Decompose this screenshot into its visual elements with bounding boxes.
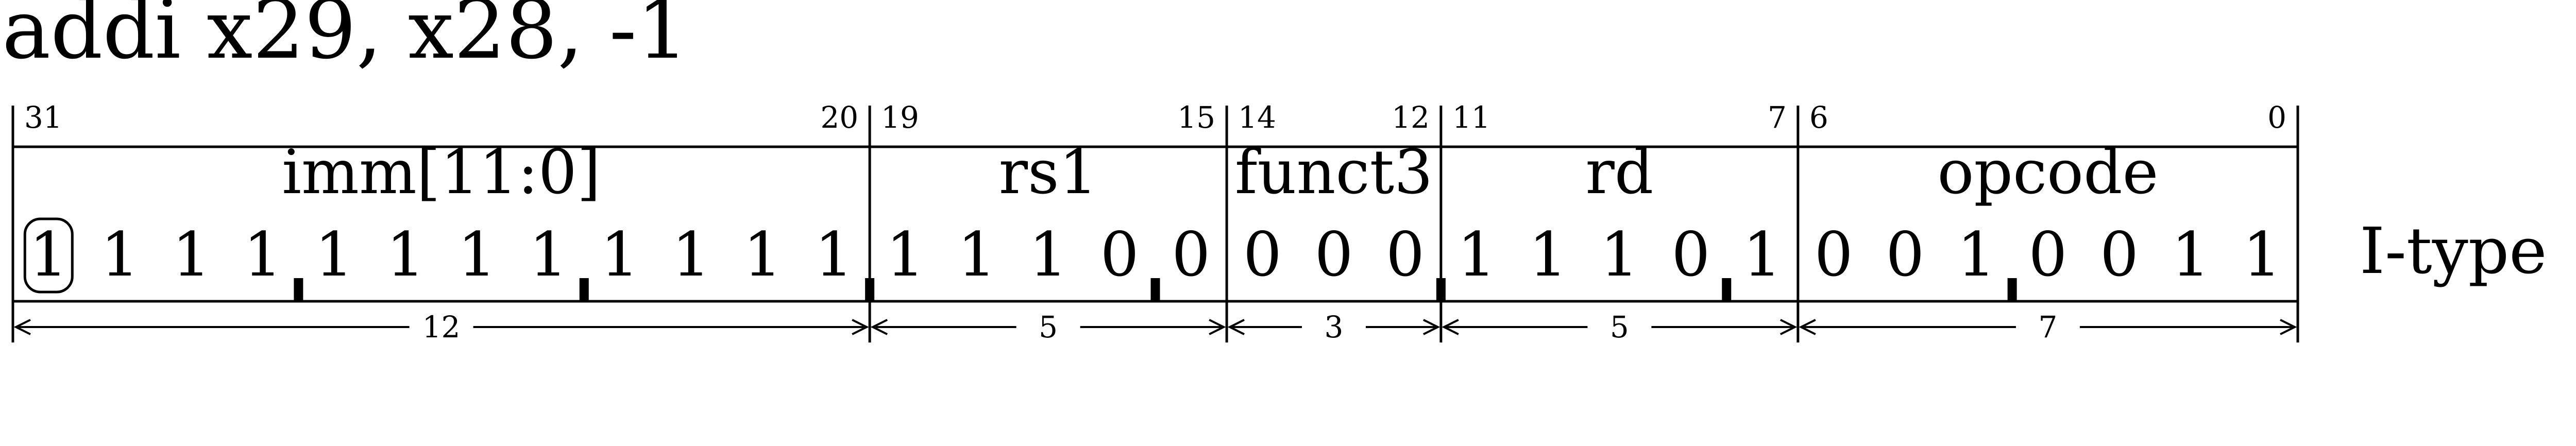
bit-value: 1 [172,219,211,290]
nibble-separator-mark [1150,278,1160,301]
bit-value: 1 [601,219,639,290]
bit-value: 1 [1029,219,1067,290]
bit-index-high: 6 [1809,100,1828,135]
bit-value: 0 [2028,219,2067,290]
bit-value: 0 [1100,219,1139,290]
bit-index-low: 15 [1177,100,1215,135]
bit-index-low: 0 [2267,100,2286,135]
bit-value: 1 [1458,219,1496,290]
field-name-label: funct3 [1235,136,1433,208]
nibble-separator-mark [1722,278,1732,301]
bit-value: 1 [244,219,282,290]
field-width-label: 3 [1325,310,1344,345]
bit-value: 1 [1600,219,1639,290]
bit-value: 1 [672,219,710,290]
nibble-separator-mark [294,278,303,301]
bit-value: 0 [1815,219,1853,290]
bit-value: 1 [2243,219,2281,290]
format-type-label: I-type [2360,214,2547,288]
bit-value: 1 [743,219,782,290]
bit-index-high: 19 [881,100,919,135]
bit-value: 1 [957,219,996,290]
nibble-separator-mark [579,278,589,301]
bit-value: 1 [815,219,853,290]
bit-value: 1 [457,219,496,290]
field-width-label: 7 [2038,310,2057,345]
bit-value: 0 [2100,219,2139,290]
bit-value: 1 [315,219,353,290]
bit-value: 1 [29,219,68,290]
nibble-separator-mark [1436,278,1446,301]
bit-value: 1 [1957,219,1996,290]
bit-value: 0 [1243,219,1282,290]
field-width-label: 5 [1039,310,1058,345]
bit-index-high: 11 [1452,100,1490,135]
bit-index-high: 14 [1238,100,1276,135]
instruction-encoding-diagram: addi x29, x28, -1 31 20imm[11:0]1 1 1 1 1 1 1 1 1… [2,0,2547,345]
bit-value: 0 [1172,219,1210,290]
bit-value: 1 [386,219,425,290]
nibble-separator-mark [865,278,875,301]
field-width-label: 5 [1610,310,1629,345]
field-name-label: opcode [1937,136,2158,208]
field-name-label: imm[11:0] [282,136,601,208]
instruction-title: addi x29, x28, -1 [2,0,688,77]
bit-index-low: 12 [1392,100,1430,135]
bit-value: 1 [886,219,925,290]
bit-value: 1 [1743,219,1782,290]
bit-index-high: 31 [24,100,62,135]
field-name-label: rd [1585,136,1653,208]
bit-value: 0 [1386,219,1425,290]
bit-value: 1 [529,219,568,290]
bit-index-low: 7 [1768,100,1787,135]
field-width-label: 12 [422,310,461,345]
bit-value: 1 [100,219,139,290]
bit-value: 0 [1314,219,1353,290]
bit-value: 0 [1886,219,1924,290]
bit-value: 1 [2172,219,2210,290]
field-name-label: rs1 [999,136,1098,208]
bit-index-low: 20 [820,100,858,135]
instruction-fields: 31 20imm[11:0]1 1 1 1 1 1 1 1 1 1 1 11219 15rs11 1 1 0 05… [11,100,2299,345]
bit-value: 0 [1671,219,1710,290]
nibble-separator-mark [2007,278,2017,301]
bit-value: 1 [1529,219,1567,290]
